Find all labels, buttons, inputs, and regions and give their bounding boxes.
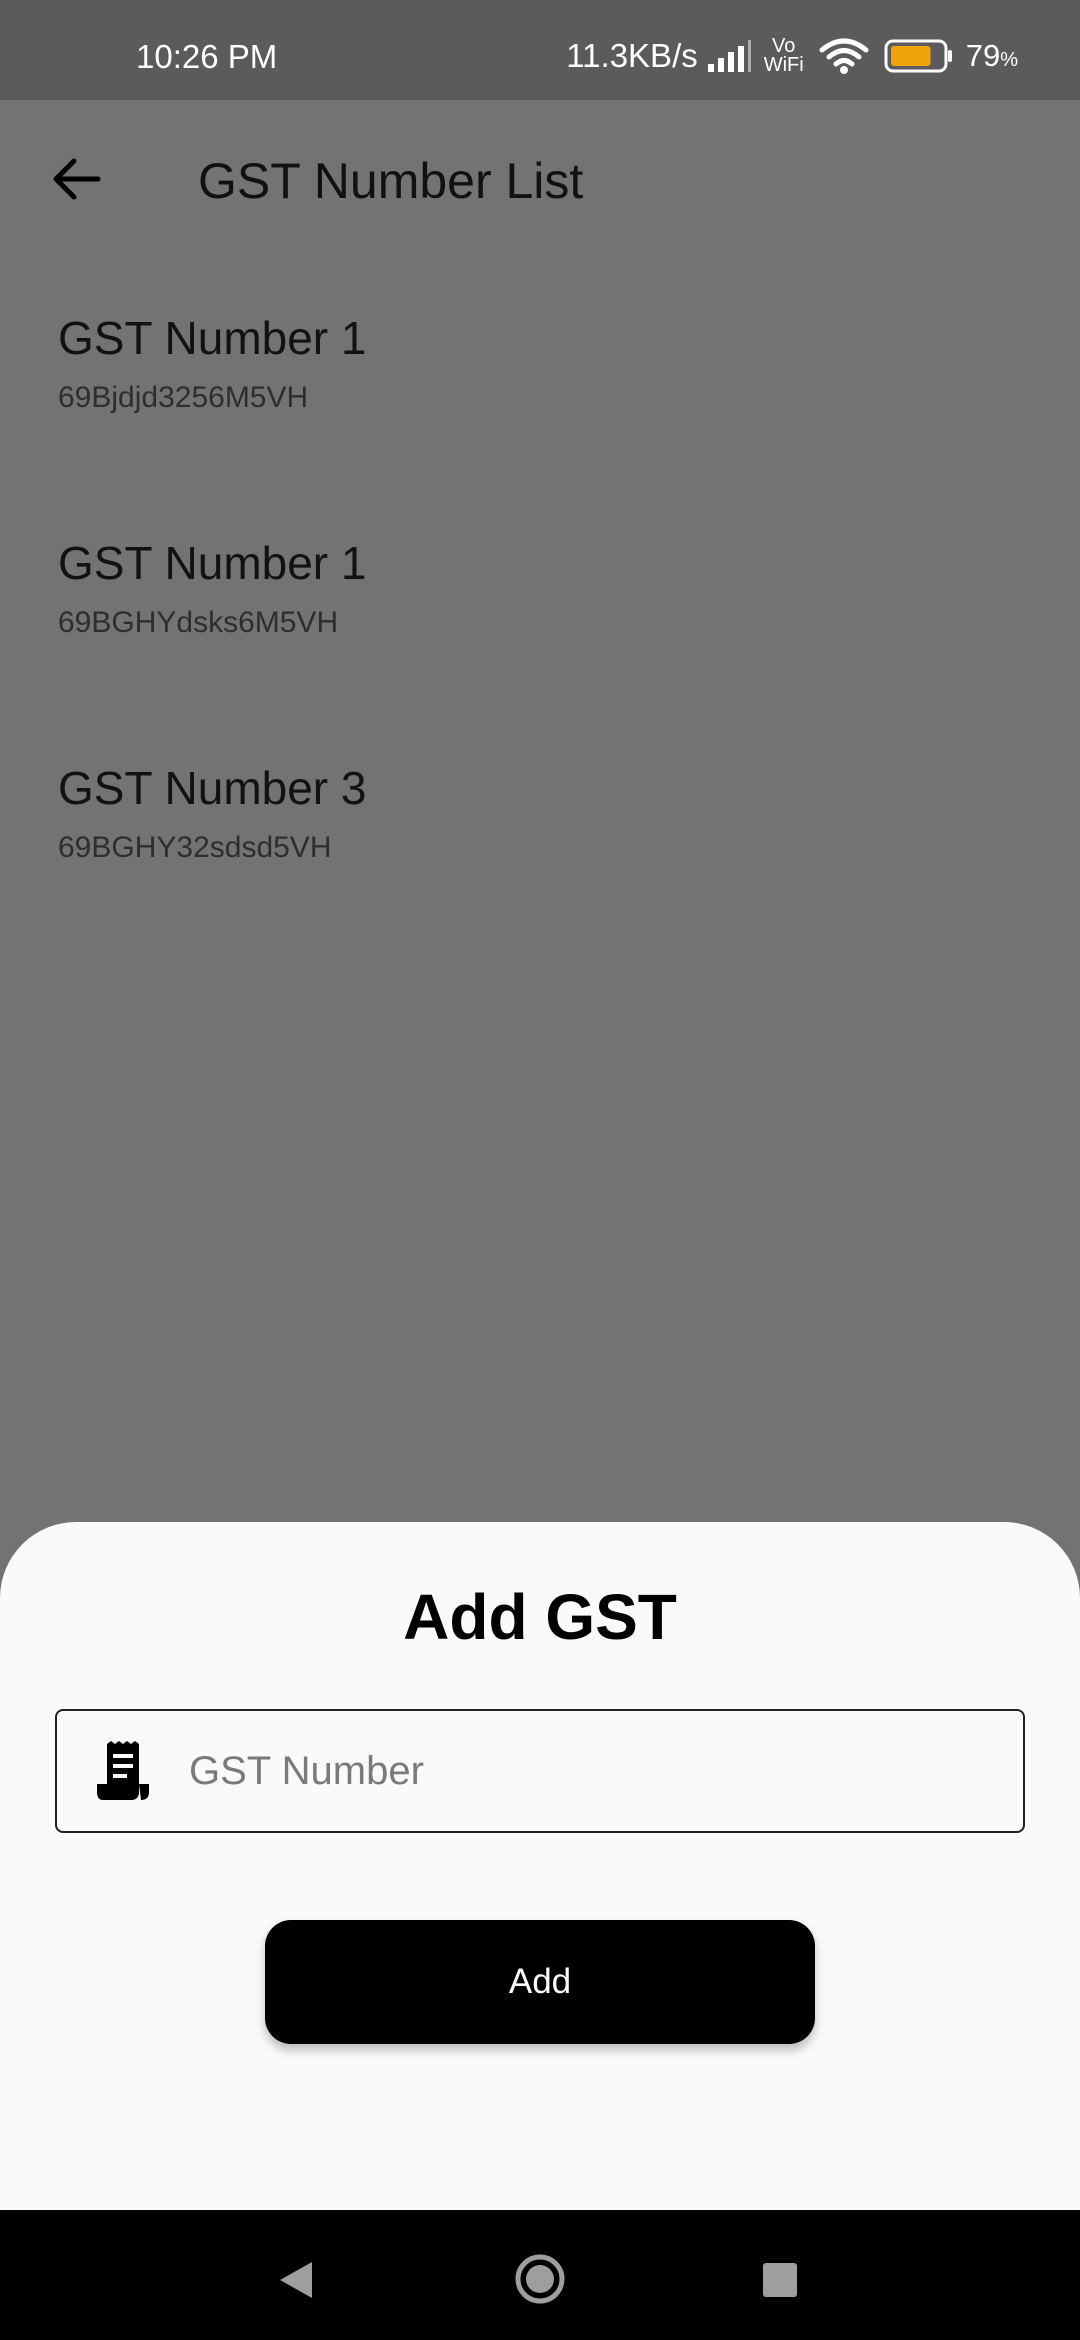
status-bar: 10:26 PM 11.3KB/s Vo WiFi 79% (0, 0, 1080, 100)
gst-list: GST Number 1 69Bjdjd3256M5VH GST Number … (0, 300, 1080, 975)
vowifi-bottom: WiFi (763, 54, 804, 76)
nav-home-icon[interactable] (514, 2253, 566, 2305)
vowifi-badge: Vo WiFi (763, 36, 804, 76)
battery-icon (884, 39, 952, 73)
sheet-title: Add GST (403, 1581, 677, 1653)
network-speed: 11.3KB/s (566, 37, 698, 74)
system-nav-bar (0, 2210, 1080, 2340)
gst-name: GST Number 3 (58, 762, 367, 814)
gst-number-field[interactable] (55, 1709, 1025, 1833)
gst-list-item[interactable]: GST Number 1 69Bjdjd3256M5VH (0, 300, 1080, 525)
battery-value: 79 (965, 38, 1001, 73)
add-gst-sheet: Add GST Add (0, 1522, 1080, 2210)
status-time: 10:26 PM (136, 38, 278, 75)
receipt-icon (97, 1741, 149, 1800)
status-indicators: 11.3KB/s Vo WiFi 79% (566, 36, 1018, 76)
add-button[interactable]: Add (265, 1920, 815, 2044)
app-header: GST Number List (0, 100, 1080, 255)
wifi-icon (819, 38, 869, 74)
gst-number: 69BGHY32sdsd5VH (58, 831, 332, 864)
page-title: GST Number List (198, 153, 584, 209)
gst-number-input[interactable] (189, 1748, 969, 1794)
back-button[interactable] (42, 144, 112, 214)
battery-percent: 79% (966, 38, 1018, 74)
battery-fill (890, 46, 931, 66)
signal-icon (707, 40, 751, 72)
gst-number: 69Bjdjd3256M5VH (58, 381, 309, 414)
gst-name: GST Number 1 (58, 312, 367, 364)
gst-list-item[interactable]: GST Number 3 69BGHY32sdsd5VH (0, 750, 1080, 975)
nav-recents-icon[interactable] (763, 2263, 797, 2297)
arrow-left-icon (53, 158, 101, 200)
battery-unit: % (1000, 49, 1018, 71)
nav-back-icon[interactable] (278, 2260, 314, 2300)
gst-number: 69BGHYdsks6M5VH (58, 606, 339, 639)
gst-name: GST Number 1 (58, 537, 367, 589)
gst-list-item[interactable]: GST Number 1 69BGHYdsks6M5VH (0, 525, 1080, 750)
